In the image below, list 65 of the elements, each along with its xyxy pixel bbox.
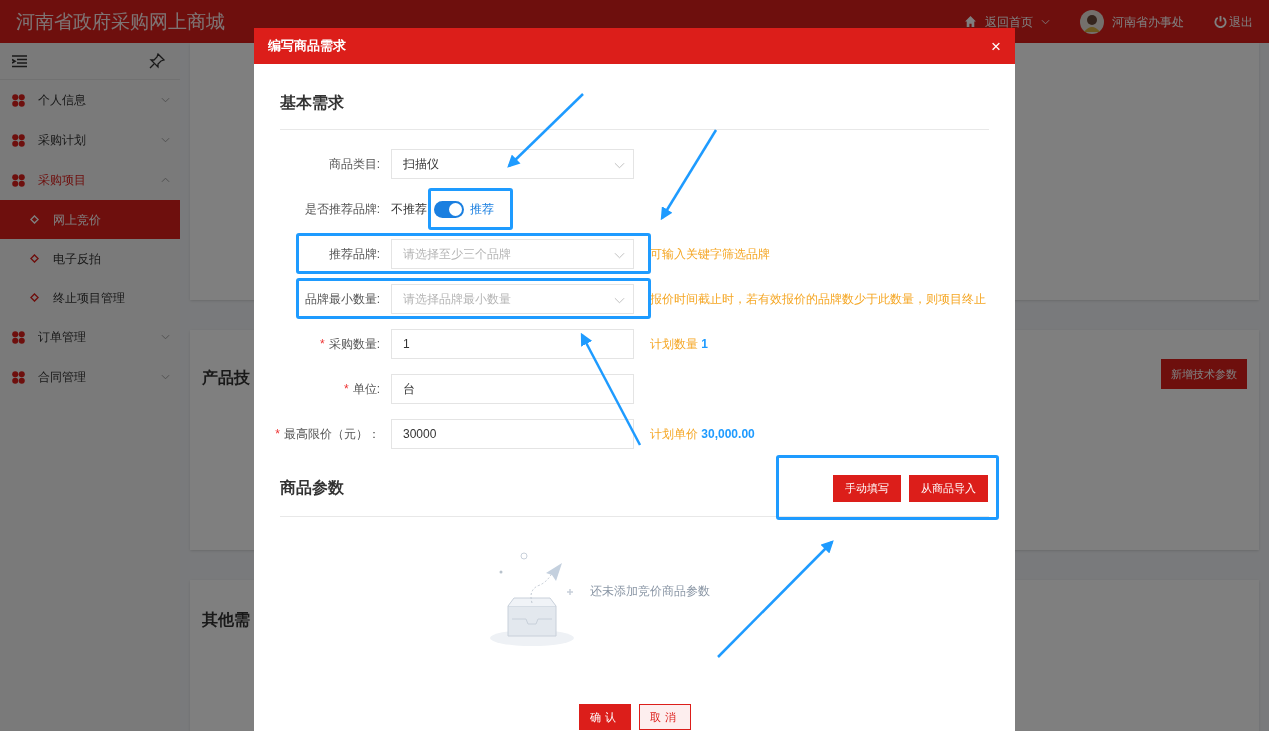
chevron-down-icon bbox=[161, 374, 170, 380]
sidebar-subitem[interactable]: 网上竞价 bbox=[0, 200, 180, 239]
chevron-down-icon bbox=[614, 162, 625, 169]
section-title: 基本需求 bbox=[280, 64, 989, 130]
chevron-up-icon bbox=[161, 177, 170, 183]
sidebar-subitem[interactable]: 电子反拍 bbox=[0, 239, 180, 278]
chevron-down-icon bbox=[614, 252, 625, 259]
chevron-down-icon bbox=[161, 137, 170, 143]
diamond-icon bbox=[30, 254, 39, 263]
select-field[interactable]: 请选择至少三个品牌 bbox=[391, 239, 634, 269]
sidebar-subitem[interactable]: 终止项目管理 bbox=[0, 278, 180, 317]
hint-text: 报价时间截止时，若有效报价的品牌数少于此数量，则项目终止 bbox=[650, 291, 986, 308]
hint-text: 计划数量 1 bbox=[650, 336, 709, 353]
flower-icon bbox=[12, 173, 25, 187]
flower-icon bbox=[12, 370, 25, 384]
user-name[interactable]: 河南省办事处 bbox=[1112, 12, 1184, 31]
chevron-down-icon bbox=[161, 97, 170, 103]
flower-icon bbox=[12, 93, 25, 107]
diamond-icon bbox=[30, 293, 39, 302]
card-title: 其他需 bbox=[202, 611, 250, 628]
empty-message: 还未添加竞价商品参数 bbox=[589, 582, 710, 600]
input-field[interactable]: 30000 bbox=[391, 419, 634, 449]
avatar[interactable] bbox=[1080, 9, 1104, 34]
field-label: 是否推荐品牌: bbox=[303, 201, 380, 218]
confirm-button[interactable]: 确认 bbox=[578, 704, 631, 730]
home-link[interactable]: 返回首页 bbox=[985, 12, 1033, 31]
input-field[interactable]: 1 bbox=[391, 329, 634, 359]
add-button[interactable]: 新增技术参数 bbox=[1161, 359, 1247, 389]
select-field[interactable]: 请选择品牌最小数量 bbox=[391, 284, 634, 314]
chevron-down-icon bbox=[614, 297, 625, 304]
field-label: * 采购数量: bbox=[319, 336, 380, 353]
action-button[interactable]: 从商品导入 bbox=[909, 474, 988, 502]
home-icon bbox=[964, 15, 977, 28]
select-field[interactable]: 扫描仪 bbox=[391, 149, 634, 179]
sidebar-item[interactable]: 个人信息 bbox=[0, 80, 180, 120]
chevron-down-icon bbox=[161, 334, 170, 340]
hint-text: 可输入关键字筛选品牌 bbox=[650, 246, 770, 263]
flower-icon bbox=[12, 133, 25, 147]
diamond-icon bbox=[30, 215, 39, 224]
sidebar-item[interactable]: 合同管理 bbox=[0, 357, 180, 397]
field-label: 商品类目: bbox=[327, 156, 380, 173]
sidebar-item[interactable]: 采购项目 bbox=[0, 160, 180, 200]
power-icon[interactable] bbox=[1214, 15, 1227, 28]
section-title: 商品参数 bbox=[280, 478, 344, 498]
pin-icon[interactable] bbox=[149, 53, 165, 69]
hint-text: 计划单价 30,000.00 bbox=[650, 426, 755, 443]
flower-icon bbox=[12, 330, 25, 344]
logout-link[interactable]: 退出 bbox=[1229, 12, 1253, 31]
field-label: * 单位: bbox=[343, 381, 380, 398]
switch-off-label: 不推荐 bbox=[391, 201, 427, 218]
sidebar-item[interactable]: 订单管理 bbox=[0, 317, 180, 357]
menu-icon[interactable] bbox=[12, 54, 27, 68]
field-label: 品牌最小数量: bbox=[303, 291, 380, 308]
toggle-switch[interactable] bbox=[434, 200, 464, 218]
site-title: 河南省政府采购网上商城 bbox=[16, 12, 225, 31]
dialog-title: 编写商品需求 bbox=[268, 37, 346, 56]
close-button[interactable]: × bbox=[991, 37, 1001, 55]
cancel-button[interactable]: 取消 bbox=[638, 704, 691, 730]
input-field[interactable]: 台 bbox=[391, 374, 634, 404]
field-label: 推荐品牌: bbox=[327, 246, 380, 263]
field-label: * 最高限价（元）： bbox=[274, 426, 380, 443]
switch-on-label: 推荐 bbox=[470, 201, 494, 218]
card-title: 产品技 bbox=[202, 368, 250, 388]
sidebar-item[interactable]: 采购计划 bbox=[0, 120, 180, 160]
action-button[interactable]: 手动填写 bbox=[833, 474, 901, 502]
